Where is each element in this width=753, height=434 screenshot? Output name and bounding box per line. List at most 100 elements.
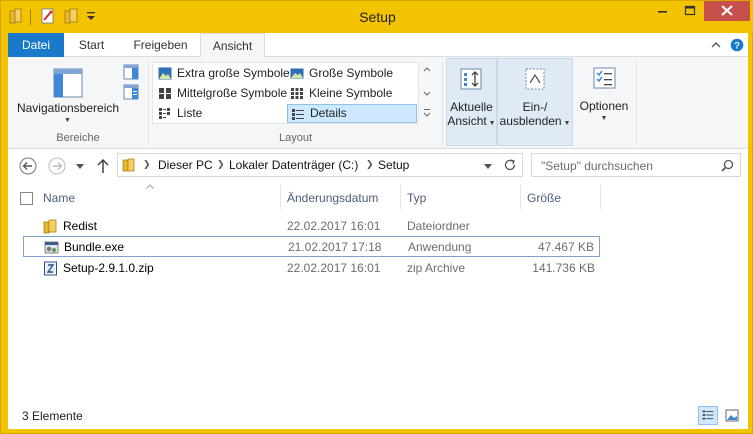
help-icon[interactable]: ? bbox=[730, 38, 744, 52]
window-title: Setup bbox=[359, 9, 396, 25]
svg-text:?: ? bbox=[734, 41, 740, 52]
chevron-up-icon[interactable] bbox=[710, 39, 722, 51]
recent-locations-button[interactable] bbox=[75, 161, 85, 171]
title-bar[interactable]: Setup bbox=[1, 1, 753, 33]
table-row[interactable]: Redist 22.02.2017 16:01 Dateiordner bbox=[23, 216, 600, 237]
ribbon-divider bbox=[442, 61, 443, 145]
preview-pane-icon[interactable] bbox=[122, 63, 140, 81]
explorer-window: Setup Datei Start Freigeben Ansicht ? Na… bbox=[0, 0, 753, 434]
layout-label: Mittelgroße Symbole bbox=[177, 86, 288, 100]
details-pane-icon[interactable] bbox=[122, 83, 140, 101]
chevron-down-icon: ▼ bbox=[561, 120, 571, 127]
table-row[interactable]: Setup-2.9.1.0.zip 22.02.2017 16:01 zip A… bbox=[23, 258, 600, 279]
show-hide-label-2: ausblenden ▼ bbox=[499, 114, 571, 128]
maximize-button[interactable] bbox=[677, 1, 703, 21]
folder-icon bbox=[43, 219, 57, 234]
details-icon bbox=[292, 109, 304, 120]
navigation-pane-button[interactable]: Navigationsbereich ▼ bbox=[16, 63, 120, 125]
address-dropdown-button[interactable] bbox=[483, 161, 493, 171]
file-date: 22.02.2017 16:01 bbox=[287, 219, 381, 233]
file-type: Dateiordner bbox=[407, 219, 470, 233]
column-divider[interactable] bbox=[600, 185, 601, 209]
file-date: 21.02.2017 17:18 bbox=[288, 240, 382, 254]
item-count: 3 Elemente bbox=[22, 409, 83, 423]
zip-archive-icon bbox=[44, 261, 57, 276]
ribbon-divider bbox=[636, 61, 637, 145]
layout-small-icons[interactable]: Kleine Symbole bbox=[287, 84, 417, 103]
current-view-label-1: Aktuelle bbox=[450, 100, 493, 114]
navigation-pane-icon bbox=[53, 68, 83, 98]
column-divider[interactable] bbox=[520, 185, 521, 209]
layout-extra-large-icons[interactable]: Extra große Symbole bbox=[155, 64, 290, 83]
sort-by-icon bbox=[460, 68, 481, 90]
close-button[interactable] bbox=[704, 1, 750, 21]
folder-icon bbox=[122, 158, 135, 172]
ribbon-tab-bar: Datei Start Freigeben Ansicht ? bbox=[8, 33, 748, 58]
details-view-button[interactable] bbox=[698, 406, 718, 425]
breadcrumb-chevron-icon[interactable]: ❯ bbox=[366, 159, 374, 170]
column-header-name[interactable]: Name bbox=[43, 187, 75, 209]
layout-label: Kleine Symbole bbox=[309, 86, 393, 100]
application-icon bbox=[44, 241, 59, 254]
navigation-pane-label: Navigationsbereich bbox=[16, 101, 120, 115]
breadcrumb-chevron-icon[interactable]: ❯ bbox=[143, 159, 151, 170]
layout-details[interactable]: Details bbox=[287, 104, 417, 123]
file-type: Anwendung bbox=[408, 240, 472, 254]
breadcrumb-setup[interactable]: Setup bbox=[378, 158, 409, 172]
sort-ascending-icon bbox=[146, 184, 154, 189]
back-button[interactable] bbox=[19, 157, 37, 175]
column-divider[interactable] bbox=[400, 185, 401, 209]
search-icon[interactable] bbox=[721, 159, 734, 172]
layout-label: Liste bbox=[177, 106, 203, 120]
tab-freigeben[interactable]: Freigeben bbox=[119, 33, 202, 57]
current-view-label-2: Ansicht ▼ bbox=[447, 114, 496, 128]
search-input[interactable]: "Setup" durchsuchen bbox=[531, 153, 741, 177]
up-button[interactable] bbox=[96, 157, 110, 175]
file-size: 141.736 KB bbox=[532, 261, 595, 275]
chevron-down-icon: ▼ bbox=[486, 120, 496, 127]
forward-button[interactable] bbox=[48, 157, 66, 175]
column-header-date[interactable]: Änderungsdatum bbox=[287, 187, 378, 209]
show-hide-icon bbox=[525, 68, 545, 90]
medium-icons-icon bbox=[159, 88, 171, 99]
layout-label: Große Symbole bbox=[309, 66, 394, 80]
group-label-bereiche: Bereiche bbox=[56, 132, 100, 144]
tab-start[interactable]: Start bbox=[64, 33, 119, 57]
large-icons-view-button[interactable] bbox=[722, 406, 742, 425]
layout-list[interactable]: Liste bbox=[155, 104, 287, 123]
breadcrumb-chevron-icon[interactable]: ❯ bbox=[217, 159, 225, 170]
tab-datei[interactable]: Datei bbox=[8, 33, 64, 57]
current-view-button[interactable]: Aktuelle Ansicht ▼ bbox=[446, 58, 497, 146]
select-all-checkbox[interactable] bbox=[20, 192, 33, 205]
table-row[interactable]: Bundle.exe 21.02.2017 17:18 Anwendung 47… bbox=[23, 236, 600, 257]
refresh-icon[interactable] bbox=[502, 157, 518, 173]
options-button[interactable]: Optionen ▼ bbox=[574, 58, 634, 146]
layout-gallery-scroll[interactable] bbox=[421, 62, 433, 124]
file-date: 22.02.2017 16:01 bbox=[287, 261, 381, 275]
minimize-button[interactable] bbox=[649, 1, 675, 21]
layout-label: Details bbox=[310, 106, 347, 120]
tab-ansicht[interactable]: Ansicht bbox=[200, 33, 265, 58]
file-type: zip Archive bbox=[407, 261, 466, 275]
small-icons-icon bbox=[291, 88, 303, 99]
address-bar-row: ❯ Dieser PC ❯ Lokaler Datenträger (C:) ❯… bbox=[8, 149, 748, 183]
column-header-size[interactable]: Größe bbox=[527, 187, 561, 209]
show-hide-button[interactable]: Ein-/ ausblenden ▼ bbox=[497, 58, 573, 146]
chevron-down-icon: ▼ bbox=[600, 115, 608, 122]
breadcrumb-dieser-pc[interactable]: Dieser PC bbox=[158, 158, 213, 172]
column-header-type[interactable]: Typ bbox=[407, 187, 426, 209]
group-label-layout: Layout bbox=[278, 132, 313, 144]
layout-gallery: Extra große Symbole Große Symbole Mittel… bbox=[152, 62, 419, 124]
layout-medium-icons[interactable]: Mittelgroße Symbole bbox=[155, 84, 287, 103]
ribbon: Navigationsbereich ▼ Bereiche Extra groß… bbox=[8, 57, 748, 149]
address-field[interactable]: ❯ Dieser PC ❯ Lokaler Datenträger (C:) ❯… bbox=[117, 153, 523, 177]
layout-large-icons[interactable]: Große Symbole bbox=[287, 64, 417, 83]
file-name: Setup-2.9.1.0.zip bbox=[63, 261, 154, 275]
column-divider[interactable] bbox=[280, 185, 281, 209]
show-hide-label-1: Ein-/ bbox=[522, 100, 548, 114]
list-icon bbox=[159, 108, 170, 119]
file-name: Redist bbox=[63, 219, 98, 233]
chevron-down-icon: ▼ bbox=[64, 117, 71, 124]
breadcrumb-local-disk[interactable]: Lokaler Datenträger (C:) bbox=[229, 158, 358, 172]
layout-label: Extra große Symbole bbox=[177, 66, 290, 80]
